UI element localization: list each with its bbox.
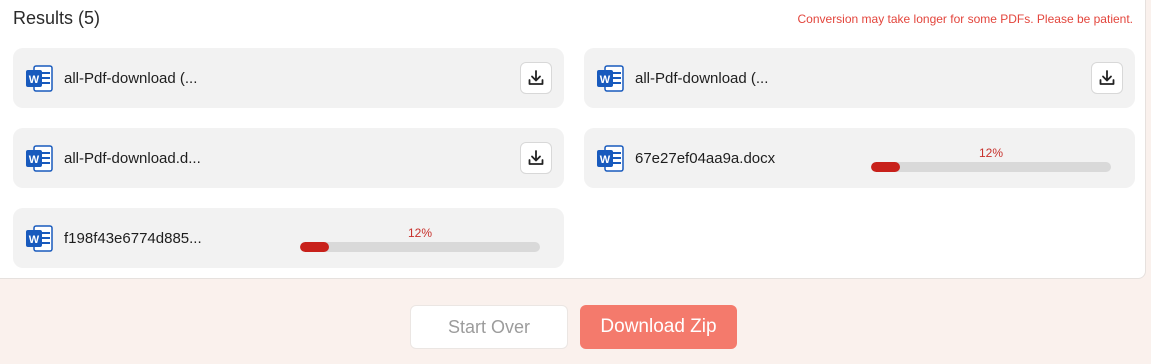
progress-label: 12% xyxy=(978,146,1004,160)
results-panel: Results (5) Conversion may take longer f… xyxy=(0,0,1146,279)
progress-fill xyxy=(300,242,329,252)
file-name: all-Pdf-download.d... xyxy=(64,150,201,167)
file-name: all-Pdf-download (... xyxy=(64,70,198,87)
word-doc-icon: W xyxy=(26,225,53,252)
download-icon xyxy=(528,70,544,85)
download-button[interactable] xyxy=(1091,62,1123,94)
progress-label: 12% xyxy=(407,226,433,240)
conversion-notice: Conversion may take longer for some PDFs… xyxy=(797,12,1134,26)
result-card: W 67e27ef04aa9a.docx 12% xyxy=(584,128,1135,188)
file-name: f198f43e6774d885... xyxy=(64,230,202,247)
result-card: W f198f43e6774d885... 12% xyxy=(13,208,564,268)
download-zip-button[interactable]: Download Zip xyxy=(580,305,737,349)
file-name: 67e27ef04aa9a.docx xyxy=(635,150,776,167)
result-card: W all-Pdf-download.d... xyxy=(13,128,564,188)
progress-track xyxy=(300,242,540,252)
download-icon xyxy=(1099,70,1115,85)
result-card: W all-Pdf-download (... xyxy=(13,48,564,108)
start-over-button[interactable]: Start Over xyxy=(410,305,568,349)
conversion-progress: 12% xyxy=(300,226,540,254)
svg-text:W: W xyxy=(29,234,40,246)
word-doc-icon: W xyxy=(26,145,53,172)
svg-text:W: W xyxy=(29,154,40,166)
results-title: Results (5) xyxy=(13,8,101,28)
download-button[interactable] xyxy=(520,62,552,94)
conversion-progress: 12% xyxy=(871,146,1111,174)
progress-track xyxy=(871,162,1111,172)
word-doc-icon: W xyxy=(597,65,624,92)
progress-fill xyxy=(871,162,900,172)
word-doc-icon: W xyxy=(26,65,53,92)
svg-text:W: W xyxy=(29,74,40,86)
svg-text:W: W xyxy=(600,154,611,166)
file-name: all-Pdf-download (... xyxy=(635,70,769,87)
download-button[interactable] xyxy=(520,142,552,174)
word-doc-icon: W xyxy=(597,145,624,172)
result-card: W all-Pdf-download (... xyxy=(584,48,1135,108)
svg-text:W: W xyxy=(600,74,611,86)
download-icon xyxy=(528,150,544,165)
